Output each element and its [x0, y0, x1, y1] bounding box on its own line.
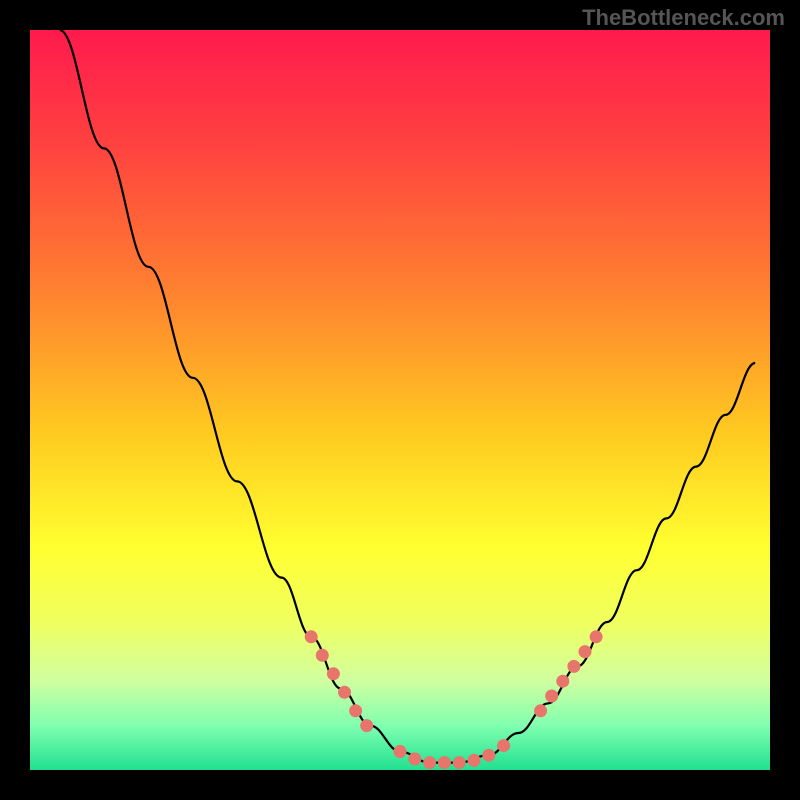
- watermark: TheBottleneck.com: [582, 5, 785, 31]
- marker-point: [305, 630, 318, 643]
- marker-point: [316, 649, 329, 662]
- marker-point: [408, 752, 421, 765]
- marker-point: [423, 756, 436, 769]
- marker-point: [590, 630, 603, 643]
- marker-point: [579, 645, 592, 658]
- marker-point: [360, 719, 373, 732]
- marker-point: [327, 667, 340, 680]
- marker-point: [349, 704, 362, 717]
- marker-point: [453, 756, 466, 769]
- marker-point: [482, 749, 495, 762]
- marker-point: [468, 754, 481, 767]
- plot-background: [30, 30, 770, 770]
- marker-point: [545, 690, 558, 703]
- marker-point: [567, 660, 580, 673]
- chart-container: TheBottleneck.com: [0, 0, 800, 800]
- marker-point: [556, 675, 569, 688]
- marker-point: [534, 704, 547, 717]
- marker-point: [394, 745, 407, 758]
- marker-point: [497, 739, 510, 752]
- marker-point: [338, 686, 351, 699]
- marker-point: [438, 756, 451, 769]
- bottleneck-chart: [0, 0, 800, 800]
